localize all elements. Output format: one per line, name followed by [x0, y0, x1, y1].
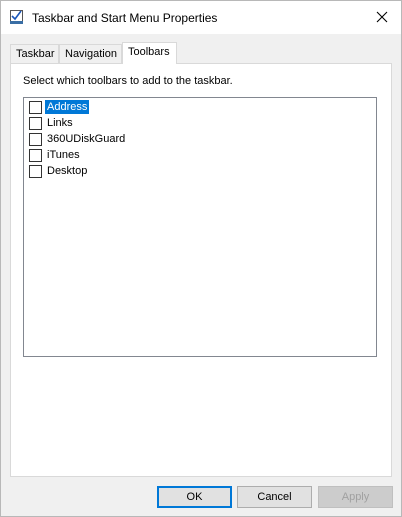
list-item-links[interactable]: Links: [24, 115, 376, 131]
links-checkbox[interactable]: [29, 116, 42, 130]
cancel-button[interactable]: Cancel: [237, 486, 312, 508]
desktop-checkbox[interactable]: [29, 164, 42, 178]
itunes-checkbox[interactable]: [29, 148, 42, 162]
properties-dialog: Taskbar and Start Menu Properties Taskba…: [0, 0, 402, 517]
tab-navigation[interactable]: Navigation: [59, 44, 122, 63]
toolbars-panel: Select which toolbars to add to the task…: [10, 63, 392, 477]
list-item-desktop[interactable]: Desktop: [24, 163, 376, 179]
apply-button[interactable]: Apply: [318, 486, 393, 508]
list-item-label: Links: [47, 117, 73, 129]
list-item-label: Address: [45, 100, 90, 114]
list-item-label: Desktop: [47, 165, 88, 177]
360udiskguard-checkbox[interactable]: [29, 132, 42, 146]
close-button[interactable]: [369, 6, 395, 28]
window-title: Taskbar and Start Menu Properties: [32, 11, 218, 25]
close-icon: [376, 11, 388, 23]
list-item-360udiskguard[interactable]: 360UDiskGuard: [24, 131, 376, 147]
list-item-address[interactable]: Address: [24, 99, 376, 115]
address-checkbox[interactable]: [29, 100, 42, 114]
toolbars-listbox[interactable]: Address Links 360UDiskGuard iTunes Deskt…: [23, 97, 377, 357]
list-item-label: 360UDiskGuard: [47, 133, 126, 145]
taskbar-properties-icon: [9, 9, 25, 25]
list-item-label: iTunes: [47, 149, 80, 161]
title-bar: Taskbar and Start Menu Properties: [1, 1, 401, 34]
instruction-text: Select which toolbars to add to the task…: [23, 75, 233, 87]
list-item-itunes[interactable]: iTunes: [24, 147, 376, 163]
tab-taskbar[interactable]: Taskbar: [10, 44, 59, 63]
tab-toolbars[interactable]: Toolbars: [122, 42, 177, 64]
ok-button[interactable]: OK: [157, 486, 232, 508]
